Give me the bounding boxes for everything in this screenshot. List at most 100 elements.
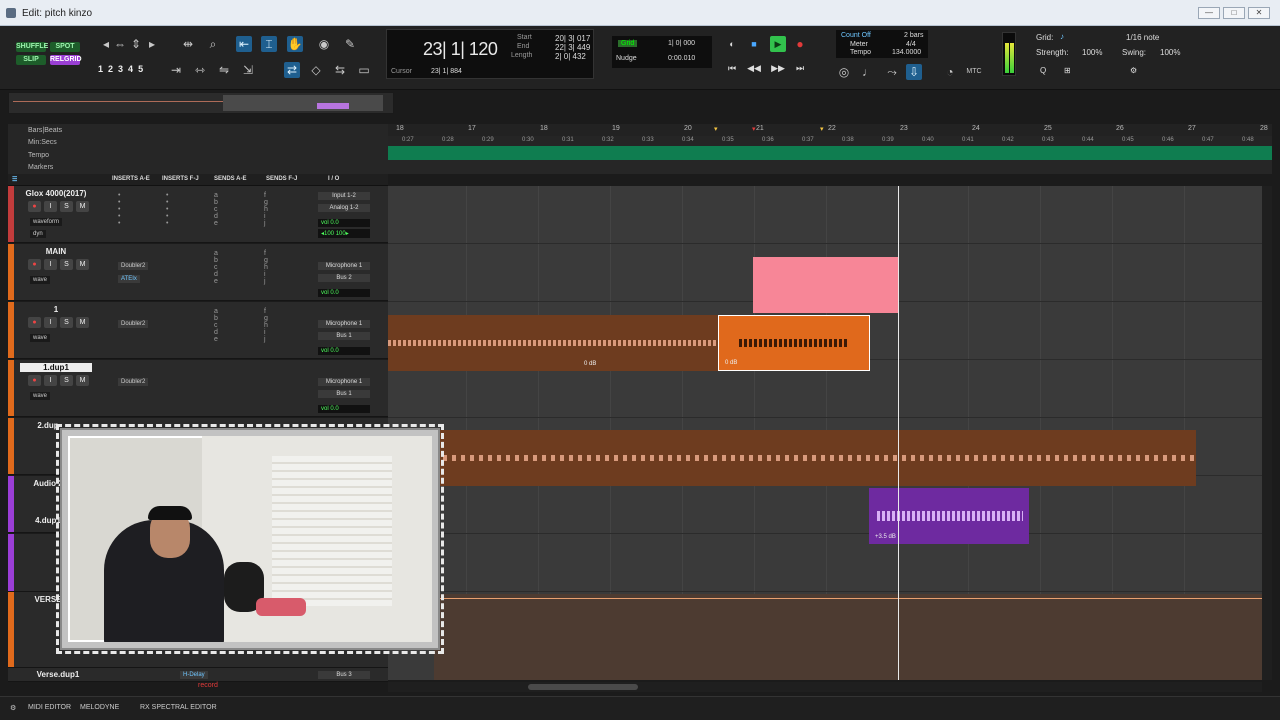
end-value[interactable]: 22| 3| 449 — [555, 43, 590, 52]
send-slots[interactable]: abcde — [214, 308, 218, 343]
online-icon[interactable]: ◐ — [724, 36, 740, 52]
input-monitor-icon[interactable]: ⇩ — [906, 64, 922, 80]
shuffle-mode-button[interactable]: SHUFFLE — [16, 42, 48, 52]
timeline-rulers[interactable]: 18 17 18 19 20 21 22 23 24 25 26 27 28 ▾… — [388, 124, 1272, 174]
output-selector[interactable]: Bus 1 — [318, 390, 370, 398]
input-monitor-button[interactable]: I — [44, 259, 57, 270]
send-slots[interactable]: abcde — [214, 250, 218, 285]
mtc-button[interactable]: MTC — [962, 64, 986, 80]
track-view-selector[interactable]: wave — [30, 334, 51, 342]
mute-button[interactable]: M — [76, 201, 89, 212]
quantize-icon[interactable]: Q — [1040, 66, 1046, 75]
ruler-tempo-label[interactable]: Tempo — [28, 152, 49, 159]
go-to-end-icon[interactable]: ⏭ — [792, 60, 808, 76]
send-slots[interactable]: abcde — [214, 192, 218, 227]
volume-readout[interactable]: vol 0.0 — [318, 347, 370, 355]
record-enable-button[interactable]: ● — [28, 259, 41, 270]
zoom-preset-1[interactable]: 1 — [98, 64, 103, 74]
solo-button[interactable]: S — [60, 201, 73, 212]
insert-plugin-2[interactable]: ATEIx — [118, 275, 140, 283]
fast-forward-icon[interactable]: ▶▶ — [770, 60, 786, 76]
nudge-value[interactable]: 0:00.010 — [668, 55, 695, 62]
grabber-tool-icon[interactable]: ✋ — [287, 36, 303, 52]
markers-ruler[interactable] — [388, 160, 1272, 174]
track-name[interactable]: 1 — [20, 305, 92, 314]
track-header[interactable]: Glox 4000(2017) ● I S M waveform dyn • • •… — [8, 186, 388, 243]
stop-icon[interactable]: ■ — [746, 36, 762, 52]
maximize-button[interactable]: □ — [1223, 7, 1245, 19]
quantize-settings-icon[interactable]: ⊞ — [1064, 66, 1071, 75]
selector-tool-icon[interactable]: ⌶ — [261, 36, 277, 52]
smart-tool-icon[interactable]: ◇ — [308, 62, 324, 78]
loop-playback-icon[interactable]: ◎ — [836, 64, 852, 80]
vertical-scrollbar[interactable] — [1262, 186, 1272, 680]
track-view-selector[interactable]: waveform — [30, 218, 63, 226]
trim-tool-icon[interactable]: ⇤ — [236, 36, 252, 52]
ruler-minsecs-label[interactable]: Min:Secs — [28, 139, 57, 146]
record-enable-button[interactable]: ● — [28, 317, 41, 328]
automation-mode-selector[interactable]: dyn — [30, 230, 46, 238]
clip-gain-label[interactable]: +3.5 dB — [875, 534, 896, 540]
volume-readout[interactable]: vol 0.0 — [318, 219, 370, 227]
metronome-icon[interactable]: ♩ — [860, 64, 876, 80]
output-selector[interactable]: Bus 2 — [318, 274, 370, 282]
horizontal-scrollbar[interactable] — [388, 682, 1262, 692]
insert-slots[interactable]: • • • • • — [118, 192, 120, 227]
rewind-icon[interactable]: ◀◀ — [746, 60, 762, 76]
ruler-bars-label[interactable]: Bars|Beats — [28, 127, 62, 134]
volume-readout[interactable]: vol 0.0 — [318, 289, 370, 297]
solo-button[interactable]: S — [60, 259, 73, 270]
input-selector[interactable]: Microphone 1 — [318, 262, 370, 270]
selection-start-marker-icon[interactable]: ▾ — [714, 125, 718, 133]
track-name[interactable]: 2.dup — [28, 421, 68, 430]
audio-clip[interactable]: 0 dB — [388, 315, 718, 371]
input-selector[interactable]: Bus 3 — [318, 671, 370, 679]
selection-end-marker-icon[interactable]: ▾ — [820, 125, 824, 133]
close-button[interactable]: ✕ — [1248, 7, 1270, 19]
record-enable-button[interactable]: ● — [28, 201, 41, 212]
minsecs-ruler[interactable]: 0:27 0:28 0:29 0:30 0:31 0:32 0:33 0:34 … — [388, 136, 1272, 146]
link-timeline-icon[interactable]: ⇿ — [192, 62, 208, 78]
track-name[interactable]: Verse.dup1 — [28, 670, 88, 679]
midi-merge-icon[interactable]: ⤳ — [884, 64, 900, 80]
playhead-marker-icon[interactable]: ▾ — [752, 125, 756, 133]
tempo-ruler[interactable] — [388, 146, 1272, 160]
track-name[interactable]: Glox 4000(2017) — [20, 189, 92, 198]
meter-value[interactable]: 4/4 — [906, 41, 916, 48]
output-selector[interactable]: Bus 1 — [318, 332, 370, 340]
clip-gain-label[interactable]: 0 dB — [725, 360, 737, 366]
bottom-gear-icon[interactable]: ⚙ — [10, 704, 16, 712]
tempo-value[interactable]: 134.0000 — [892, 49, 921, 56]
insert-plugin[interactable]: Doubler2 — [118, 320, 149, 328]
zoom-in-icon[interactable]: ▸ — [144, 36, 160, 52]
track-header[interactable]: 1 ● I S M wave Doubler2 abcde fghij Micr… — [8, 302, 388, 359]
sync-icon[interactable]: ◔ — [942, 64, 958, 80]
link-track-icon[interactable]: ⇋ — [216, 62, 232, 78]
zoom-preset-5[interactable]: 5 — [138, 64, 143, 74]
zoom-preset-2[interactable]: 2 — [108, 64, 113, 74]
keyboard-focus-icon[interactable]: ⇆ — [332, 62, 348, 78]
strength-value[interactable]: 100% — [1082, 48, 1102, 57]
tab-melodyne[interactable]: MELODYNE — [80, 704, 119, 711]
send-slots-fj[interactable]: fghij — [264, 250, 268, 285]
swing-value[interactable]: 100% — [1160, 48, 1180, 57]
input-monitor-button[interactable]: I — [44, 201, 57, 212]
scrubber-tool-icon[interactable]: ◉ — [316, 36, 332, 52]
clip-gain-label[interactable]: 0 dB — [584, 361, 596, 367]
horizontal-scroll-thumb[interactable] — [528, 684, 638, 690]
audio-clip-purple[interactable]: +3.5 dB — [869, 488, 1029, 544]
group-icon[interactable]: ▭ — [356, 62, 372, 78]
return-to-zero-icon[interactable]: ⏮ — [724, 60, 740, 76]
audio-clip[interactable] — [434, 430, 1196, 486]
zoom-horizontal-icon[interactable]: ⇔ — [112, 36, 128, 52]
minimize-button[interactable]: — — [1198, 7, 1220, 19]
record-icon[interactable]: ● — [792, 36, 808, 52]
zoom-toggle-icon[interactable]: ⇹ — [180, 36, 196, 52]
pencil-tool-icon[interactable]: ✎ — [342, 36, 358, 52]
volume-readout[interactable]: vol 0.0 — [318, 405, 370, 413]
edit-window-timeline[interactable]: 0 dB 0 dB +3.5 dB — [388, 186, 1262, 680]
start-value[interactable]: 20| 3| 017 — [555, 34, 590, 43]
insert-plugin[interactable]: Doubler2 — [118, 378, 149, 386]
input-selector[interactable]: Microphone 1 — [318, 320, 370, 328]
mute-button[interactable]: M — [76, 259, 89, 270]
